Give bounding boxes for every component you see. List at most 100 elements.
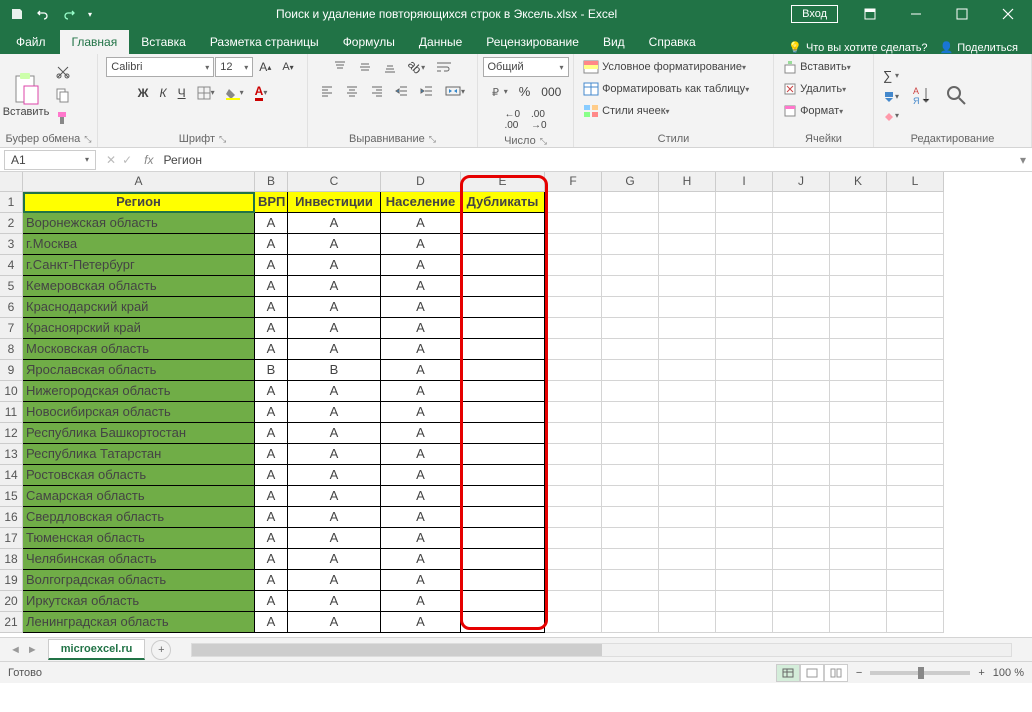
fill-color-button[interactable]: ▾ <box>221 83 249 103</box>
cell[interactable] <box>545 276 602 297</box>
data-cell[interactable]: A <box>255 213 288 234</box>
row-header[interactable]: 19 <box>0 570 23 591</box>
cell[interactable] <box>659 549 716 570</box>
data-cell[interactable]: A <box>255 381 288 402</box>
tab-data[interactable]: Данные <box>407 30 474 54</box>
decrease-indent-button[interactable] <box>390 81 414 101</box>
data-cell[interactable]: A <box>288 591 381 612</box>
comma-format-button[interactable]: 000 <box>536 82 566 102</box>
cell[interactable] <box>545 234 602 255</box>
format-cells-button[interactable]: Формат▾ <box>778 101 848 121</box>
row-header[interactable]: 14 <box>0 465 23 486</box>
format-as-table-button[interactable]: Форматировать как таблицу▾ <box>578 79 754 99</box>
data-cell[interactable]: A <box>288 528 381 549</box>
data-cell[interactable]: A <box>381 486 461 507</box>
cell[interactable] <box>887 486 944 507</box>
italic-button[interactable]: К <box>155 83 172 103</box>
zoom-in-button[interactable]: + <box>978 667 984 679</box>
data-cell[interactable]: B <box>288 360 381 381</box>
data-cell[interactable]: A <box>288 381 381 402</box>
data-cell[interactable] <box>461 360 545 381</box>
region-cell[interactable]: Ленинградская область <box>23 612 255 633</box>
cell[interactable] <box>659 213 716 234</box>
column-header[interactable]: E <box>461 172 545 192</box>
data-cell[interactable]: A <box>255 339 288 360</box>
data-cell[interactable] <box>461 591 545 612</box>
cell[interactable] <box>773 444 830 465</box>
cell[interactable] <box>659 234 716 255</box>
header-cell[interactable]: Население <box>381 192 461 213</box>
undo-button[interactable] <box>32 3 54 25</box>
data-cell[interactable]: A <box>255 465 288 486</box>
cell[interactable] <box>716 486 773 507</box>
data-cell[interactable]: A <box>288 549 381 570</box>
cell[interactable] <box>545 528 602 549</box>
data-cell[interactable]: A <box>288 318 381 339</box>
cell[interactable] <box>887 402 944 423</box>
format-painter-button[interactable] <box>50 107 76 129</box>
cell[interactable] <box>602 570 659 591</box>
zoom-level[interactable]: 100 % <box>993 667 1024 679</box>
cell[interactable] <box>716 465 773 486</box>
cell[interactable] <box>887 234 944 255</box>
cell[interactable] <box>716 360 773 381</box>
cell[interactable] <box>887 297 944 318</box>
cell[interactable] <box>545 570 602 591</box>
cell[interactable] <box>887 549 944 570</box>
redo-button[interactable] <box>58 3 80 25</box>
data-cell[interactable]: A <box>255 318 288 339</box>
data-cell[interactable]: A <box>288 234 381 255</box>
cell[interactable] <box>887 339 944 360</box>
row-header[interactable]: 6 <box>0 297 23 318</box>
data-cell[interactable] <box>461 444 545 465</box>
data-cell[interactable]: A <box>255 276 288 297</box>
row-header[interactable]: 7 <box>0 318 23 339</box>
cell[interactable] <box>830 528 887 549</box>
region-cell[interactable]: Ростовская область <box>23 465 255 486</box>
font-size-combo[interactable]: 12▾ <box>215 57 253 77</box>
underline-button[interactable]: Ч <box>173 83 191 103</box>
cell[interactable] <box>830 381 887 402</box>
data-cell[interactable] <box>461 318 545 339</box>
data-cell[interactable]: A <box>288 402 381 423</box>
cell[interactable] <box>830 192 887 213</box>
cell[interactable] <box>602 612 659 633</box>
data-cell[interactable]: A <box>288 570 381 591</box>
normal-view-button[interactable] <box>776 664 800 682</box>
cell[interactable] <box>545 549 602 570</box>
minimize-button[interactable] <box>894 0 938 28</box>
cell[interactable] <box>716 549 773 570</box>
data-cell[interactable]: A <box>255 507 288 528</box>
spreadsheet-grid[interactable]: ABCDEFGHIJKL 1РегионВРПИнвестицииНаселен… <box>0 172 1032 637</box>
cell[interactable] <box>659 612 716 633</box>
cell[interactable] <box>716 234 773 255</box>
region-cell[interactable]: Красноярский край <box>23 318 255 339</box>
copy-button[interactable] <box>50 84 76 106</box>
cell[interactable] <box>545 507 602 528</box>
data-cell[interactable]: A <box>255 612 288 633</box>
cell[interactable] <box>545 318 602 339</box>
region-cell[interactable]: Нижегородская область <box>23 381 255 402</box>
cell[interactable] <box>830 465 887 486</box>
cell[interactable] <box>716 591 773 612</box>
data-cell[interactable]: B <box>255 360 288 381</box>
cell[interactable] <box>887 570 944 591</box>
data-cell[interactable]: A <box>288 276 381 297</box>
row-header[interactable]: 16 <box>0 507 23 528</box>
cell[interactable] <box>602 297 659 318</box>
row-header[interactable]: 8 <box>0 339 23 360</box>
cell[interactable] <box>602 381 659 402</box>
paste-button[interactable]: Вставить <box>4 62 48 128</box>
row-header[interactable]: 4 <box>0 255 23 276</box>
cell[interactable] <box>659 486 716 507</box>
font-dialog-launcher[interactable]: ⤡ <box>219 134 226 145</box>
cell[interactable] <box>773 360 830 381</box>
tab-review[interactable]: Рецензирование <box>474 30 591 54</box>
cell[interactable] <box>830 213 887 234</box>
cut-button[interactable] <box>50 61 76 83</box>
cell[interactable] <box>659 360 716 381</box>
cell[interactable] <box>545 465 602 486</box>
cell[interactable] <box>773 486 830 507</box>
align-middle-button[interactable] <box>353 57 377 77</box>
cell[interactable] <box>602 339 659 360</box>
